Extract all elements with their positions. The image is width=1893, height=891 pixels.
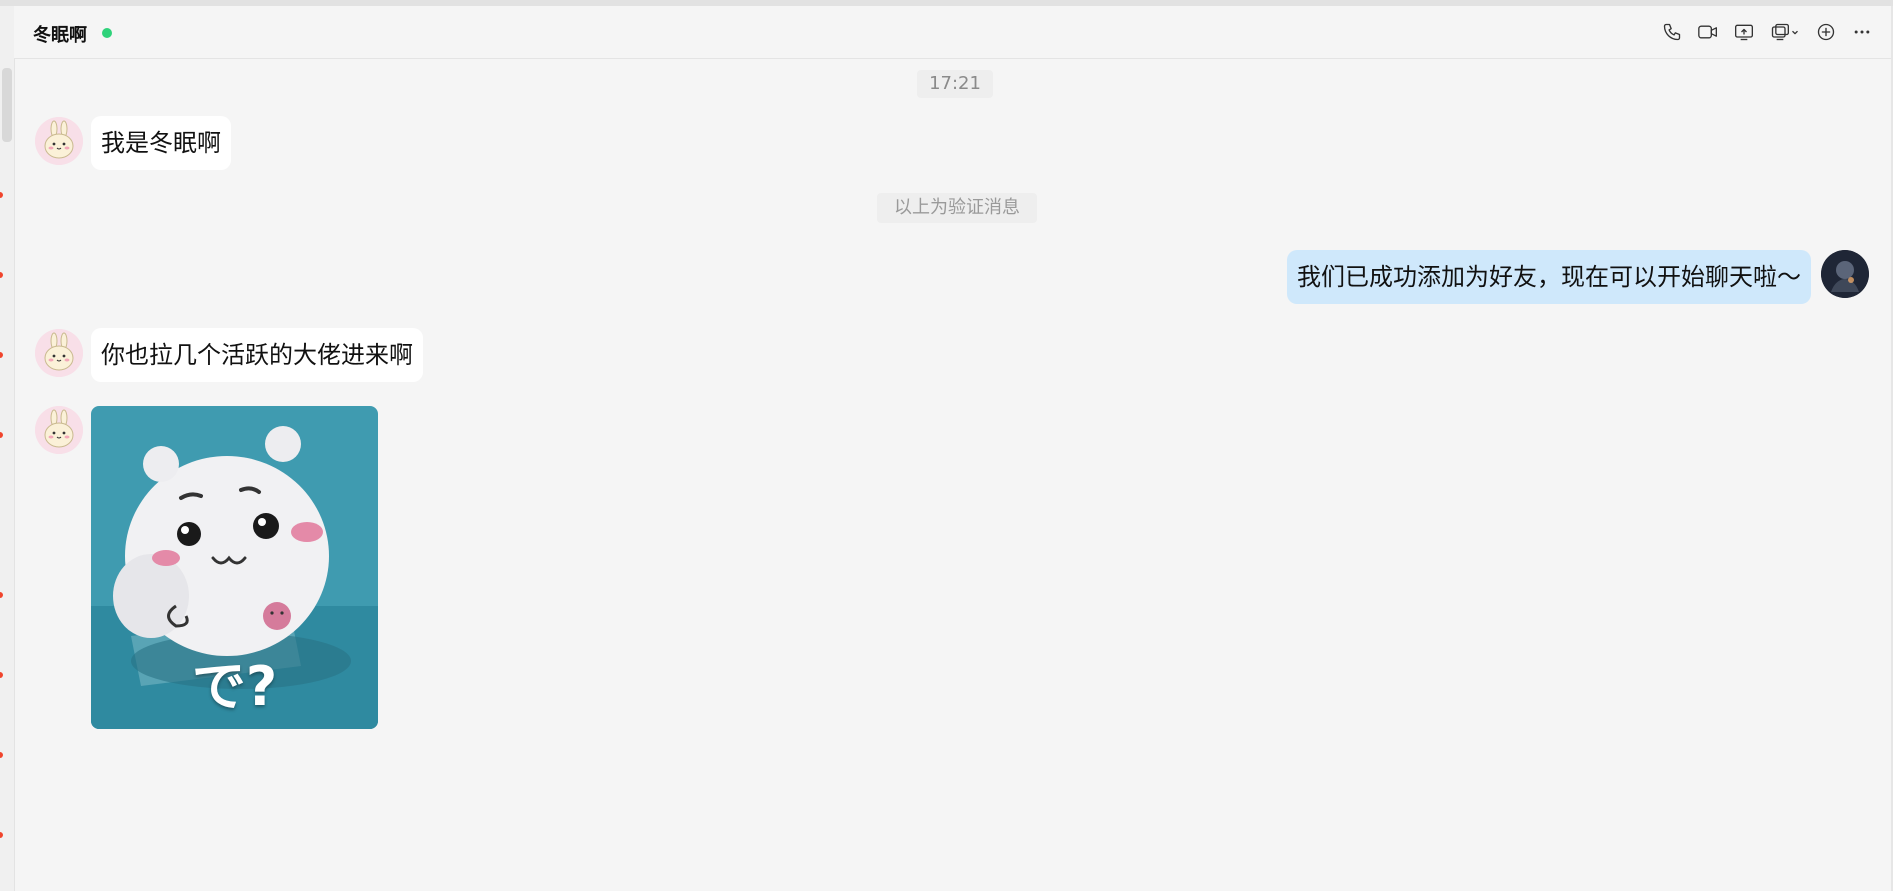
add-icon[interactable] — [1815, 21, 1837, 43]
message-bubble-incoming[interactable]: 我是冬眠啊 — [91, 116, 231, 170]
unread-badge — [0, 752, 3, 758]
contact-avatar[interactable] — [35, 329, 83, 377]
message-bubble-outgoing[interactable]: 我们已成功添加为好友，现在可以开始聊天啦～ — [1287, 250, 1811, 304]
chat-header: 冬眠啊 — [14, 6, 1891, 59]
contact-avatar[interactable] — [35, 117, 83, 165]
unread-badge — [0, 832, 3, 838]
contact-name[interactable]: 冬眠啊 — [33, 21, 87, 47]
online-status-dot — [102, 28, 112, 38]
unread-badge — [0, 352, 3, 358]
conversation-list-edge — [0, 6, 15, 891]
more-icon[interactable] — [1851, 21, 1873, 43]
bunny-avatar-icon — [35, 117, 83, 165]
unread-badge — [0, 192, 3, 198]
phone-icon[interactable] — [1661, 21, 1683, 43]
bunny-avatar-icon — [35, 406, 83, 454]
video-call-icon[interactable] — [1697, 21, 1719, 43]
sticker-caption: で? — [191, 655, 278, 718]
message-list[interactable]: 17:21 我是冬眠啊 以上为验证消息 我们已成功添加为好友，现在可以开始聊天啦… — [14, 59, 1891, 891]
verification-notice: 以上为验证消息 — [877, 193, 1037, 223]
bunny-avatar-icon — [35, 329, 83, 377]
message-bubble-incoming[interactable]: 你也拉几个活跃的大佬进来啊 — [91, 328, 423, 382]
unread-badge — [0, 432, 3, 438]
unread-badge — [0, 672, 3, 678]
unread-badge — [0, 272, 3, 278]
user-avatar-icon — [1821, 250, 1869, 298]
message-timestamp: 17:21 — [917, 70, 993, 98]
sticker-message[interactable]: で? — [91, 406, 378, 729]
scrollbar-thumb[interactable] — [2, 68, 12, 142]
self-avatar[interactable] — [1821, 250, 1869, 298]
screen-share-icon[interactable] — [1733, 21, 1755, 43]
contact-avatar[interactable] — [35, 406, 83, 454]
unread-badge — [0, 592, 3, 598]
remote-assist-icon[interactable] — [1769, 21, 1801, 43]
chat-toolbar — [1661, 20, 1873, 44]
